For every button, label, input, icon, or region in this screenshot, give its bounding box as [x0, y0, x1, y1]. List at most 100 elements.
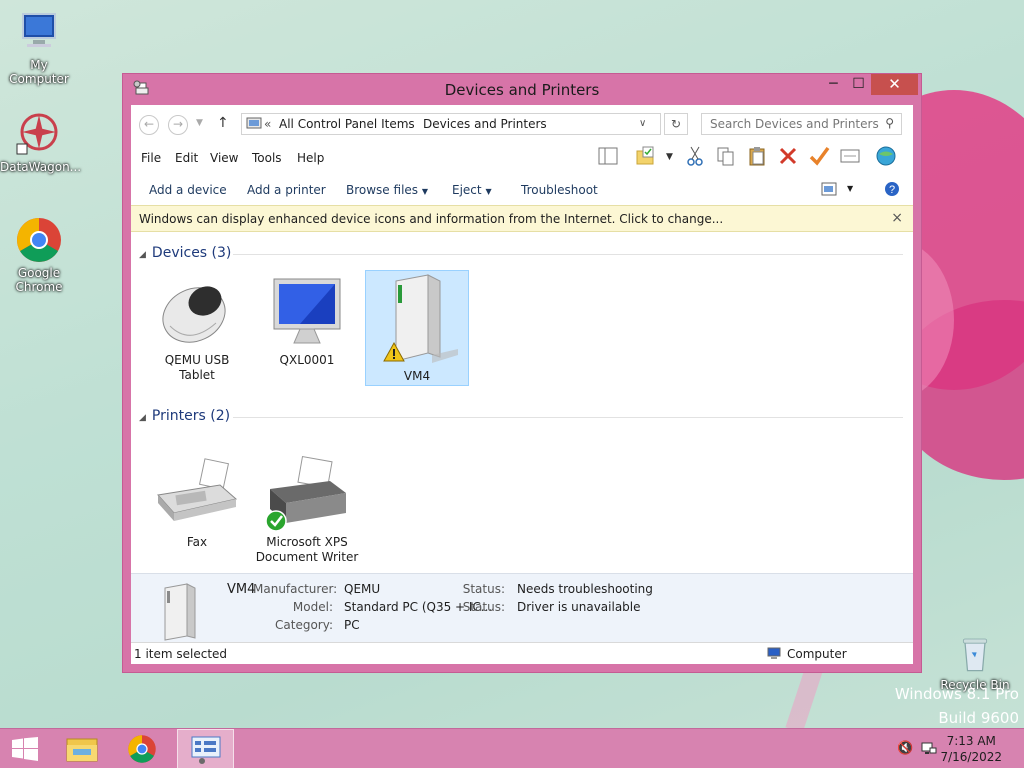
printer-item-fax[interactable]: Fax: [145, 455, 249, 550]
windows-watermark-build: Build 9600: [938, 709, 1019, 727]
troubleshoot-button[interactable]: Troubleshoot: [521, 183, 598, 197]
status-selection-count: 1 item selected: [134, 647, 228, 661]
details-status-label: Status:: [462, 582, 505, 596]
details-status-label-2: Status:: [462, 600, 505, 614]
view-dropdown-icon[interactable]: ▼: [847, 184, 853, 193]
taskbar-devices-and-printers[interactable]: [177, 729, 234, 768]
details-manufacturer-label: Manufacturer:: [253, 582, 338, 596]
menu-help[interactable]: Help: [297, 151, 324, 165]
search-icon: ⚲: [885, 116, 894, 130]
collapse-triangle-icon: ◢: [139, 250, 146, 260]
folder-options-icon[interactable]: [635, 145, 657, 167]
add-device-button[interactable]: Add a device: [149, 183, 227, 197]
forward-button[interactable]: →: [168, 115, 188, 135]
group-header-devices[interactable]: ◢ Devices (3): [139, 245, 231, 261]
breadcrumb-devices-printers[interactable]: Devices and Printers: [423, 117, 547, 131]
menu-file[interactable]: File: [141, 151, 161, 165]
monitor-icon: [273, 278, 341, 344]
address-row: ← → ▼ ↑ « All Control Panel Items › Devi…: [131, 105, 913, 143]
speaker-muted-icon[interactable]: 🔇: [897, 741, 913, 756]
desktop-icon-recycle-bin[interactable]: Recycle Bin: [935, 632, 1015, 692]
back-button[interactable]: ←: [139, 115, 159, 135]
title-bar[interactable]: Devices and Printers ─ ☐ ✕: [123, 74, 921, 105]
help-icon[interactable]: ?: [884, 181, 900, 197]
printer-icon: [265, 456, 346, 532]
details-manufacturer-value: QEMU: [344, 582, 381, 596]
details-device-name: VM4: [227, 582, 256, 597]
browse-files-label: Browse files: [346, 183, 419, 197]
folder-icon: [66, 738, 98, 762]
breadcrumb-control-panel[interactable]: All Control Panel Items: [279, 117, 415, 131]
computer-icon: [22, 13, 56, 47]
taskbar: 🔇 7:13 AM 7/16/2022: [0, 728, 1024, 768]
close-button[interactable]: ✕: [871, 74, 918, 95]
details-pane: VM4 Manufacturer: QEMU Model: Standard P…: [131, 573, 913, 645]
menu-edit[interactable]: Edit: [175, 151, 198, 165]
system-clock[interactable]: 7:13 AM 7/16/2022: [940, 733, 1002, 765]
breadcrumb-overflow[interactable]: «: [264, 117, 271, 131]
group-devices-label: Devices (3): [151, 245, 232, 261]
menu-view[interactable]: View: [210, 151, 238, 165]
checkmark-icon[interactable]: [808, 145, 830, 167]
menu-bar: File Edit View Tools Help ▼: [131, 143, 913, 173]
devices-list-view[interactable]: ◢ Devices (3) QEMU USB Tablet QXL0001 VM…: [131, 233, 913, 573]
command-bar: Add a device Add a printer Browse files …: [131, 173, 913, 205]
fax-icon: [157, 458, 238, 521]
group-header-printers[interactable]: ◢ Printers (2): [139, 408, 230, 424]
desktop-icon-datawagon[interactable]: DataWagon...: [0, 110, 82, 174]
breadcrumb-separator-icon[interactable]: ›: [405, 119, 409, 130]
desktop-icon-my-computer[interactable]: My Computer: [0, 8, 78, 86]
info-bar[interactable]: Windows can display enhanced device icon…: [131, 205, 913, 232]
device-item-qemu-usb-tablet[interactable]: QEMU USB Tablet: [145, 271, 249, 383]
maximize-button[interactable]: ☐: [845, 74, 872, 95]
desktop-icon-label: DataWagon...: [0, 160, 82, 174]
globe-icon[interactable]: [875, 145, 897, 167]
info-bar-close-icon[interactable]: ×: [891, 210, 903, 226]
device-label: QXL0001: [279, 353, 335, 367]
device-label: QEMU USB Tablet: [164, 353, 230, 382]
browse-files-dropdown-icon: ▼: [421, 187, 429, 196]
computer-tower-icon: [383, 274, 458, 363]
details-status-value-2: Driver is unavailable: [517, 600, 641, 614]
address-bar[interactable]: « All Control Panel Items › Devices and …: [241, 113, 661, 135]
details-category-value: PC: [344, 618, 360, 632]
clock-date: 7/16/2022: [940, 750, 1002, 764]
computer-small-icon: [767, 647, 781, 659]
browse-files-button[interactable]: Browse files ▼: [346, 183, 428, 197]
device-label: VM4: [403, 369, 431, 383]
desktop-icon-label: Google Chrome: [15, 266, 63, 294]
taskbar-google-chrome[interactable]: [117, 729, 169, 768]
device-item-vm4[interactable]: VM4: [365, 270, 469, 386]
address-dropdown-chevron-icon[interactable]: ∨: [639, 118, 646, 129]
taskbar-file-explorer[interactable]: [56, 729, 108, 768]
cut-icon[interactable]: [684, 145, 706, 167]
recent-locations-chevron-icon[interactable]: ▼: [196, 118, 203, 128]
up-arrow-icon[interactable]: ↑: [217, 115, 229, 131]
folder-options-dropdown-icon[interactable]: ▼: [666, 152, 673, 162]
menu-tools[interactable]: Tools: [252, 151, 282, 165]
paste-icon[interactable]: [746, 145, 768, 167]
details-category-label: Category:: [275, 618, 333, 632]
change-view-icon[interactable]: [821, 182, 837, 196]
start-button[interactable]: [0, 729, 52, 768]
status-bar: 1 item selected Computer: [131, 642, 913, 664]
copy-icon[interactable]: [715, 145, 737, 167]
minimize-button[interactable]: ─: [820, 74, 847, 95]
details-status-value: Needs troubleshooting: [517, 582, 653, 596]
printer-label: Fax: [186, 535, 208, 549]
search-input[interactable]: Search Devices and Printers ⚲: [701, 113, 902, 135]
desktop-icon-google-chrome[interactable]: Google Chrome: [0, 216, 78, 294]
selected-device-icon: [164, 583, 196, 641]
eject-label: Eject: [452, 183, 482, 197]
delete-icon[interactable]: [777, 145, 799, 167]
device-item-qxl0001[interactable]: QXL0001: [255, 271, 359, 368]
layout-pane-icon[interactable]: [597, 145, 619, 167]
eject-button[interactable]: Eject ▼: [452, 183, 492, 197]
printer-item-microsoft-xps-document-writer[interactable]: Microsoft XPS Document Writer: [255, 455, 359, 565]
status-location: Computer: [787, 647, 847, 661]
add-printer-button[interactable]: Add a printer: [247, 183, 326, 197]
refresh-button[interactable]: ↻: [664, 113, 688, 135]
clock-time: 7:13 AM: [946, 734, 996, 748]
network-icon[interactable]: [921, 741, 937, 757]
properties-icon[interactable]: [839, 145, 861, 167]
